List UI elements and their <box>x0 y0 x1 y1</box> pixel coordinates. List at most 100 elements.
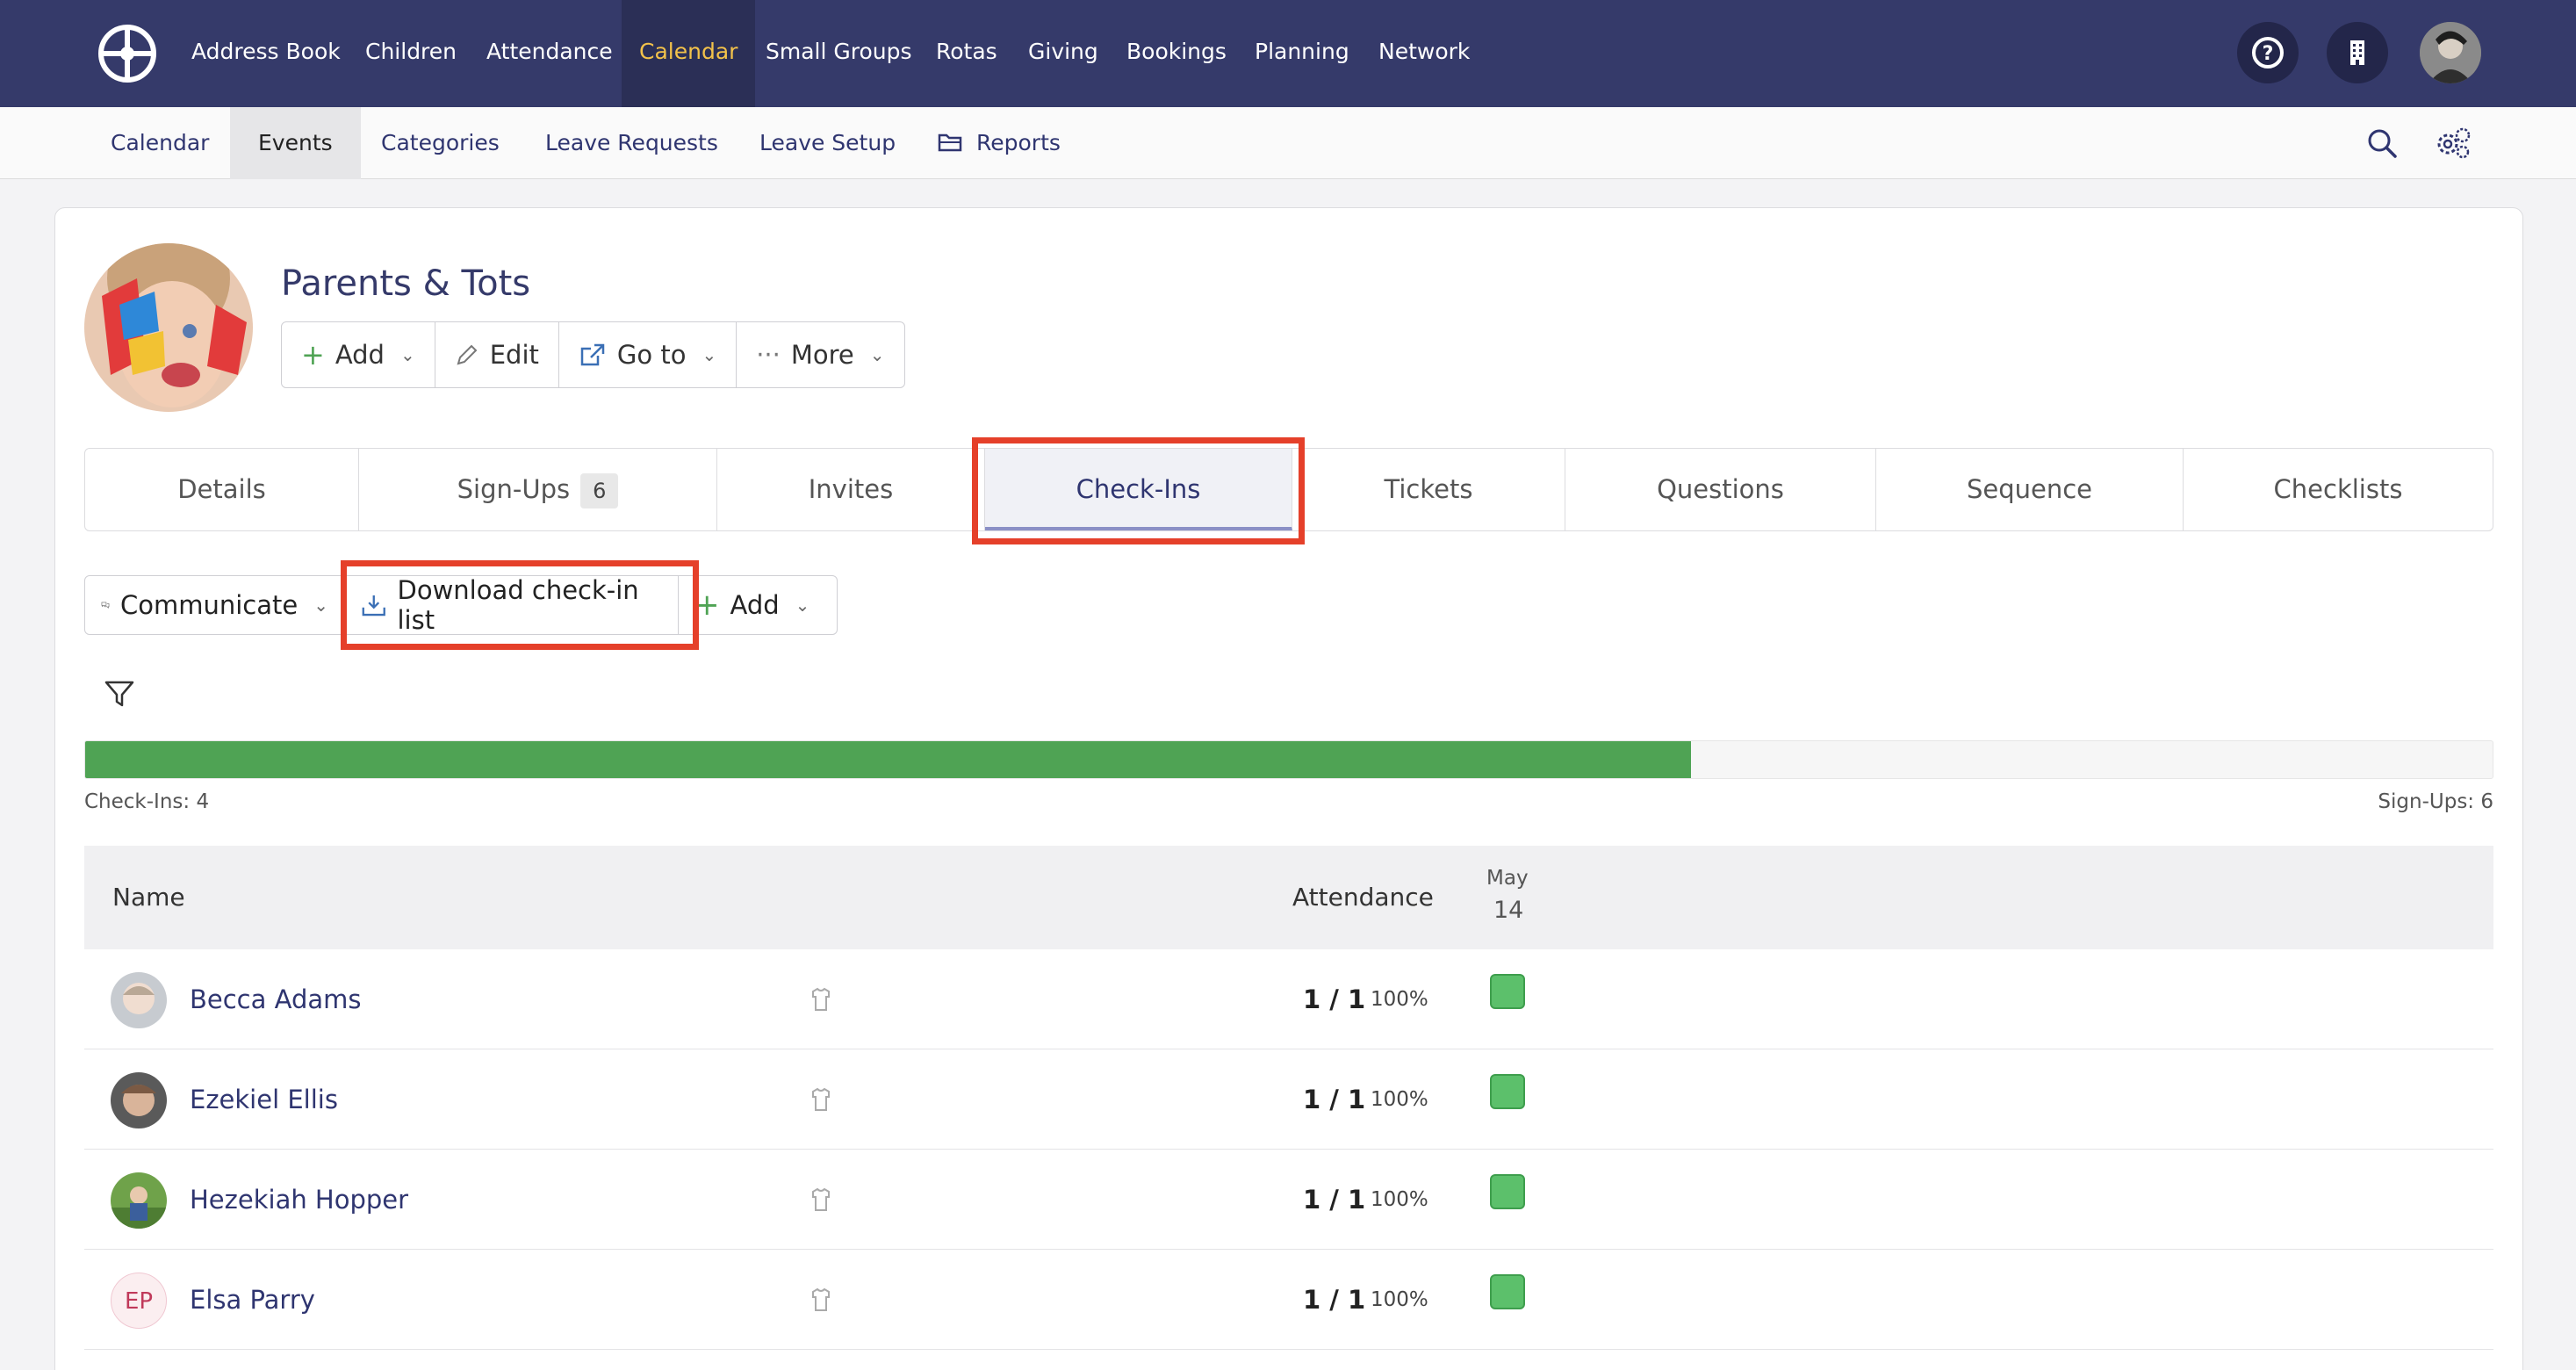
event-title: Parents & Tots <box>281 263 531 304</box>
shirt-icon[interactable] <box>809 1086 832 1113</box>
signups-count-label: Sign-Ups: 6 <box>2378 790 2493 813</box>
ellipsis-icon: ··· <box>756 340 781 370</box>
plus-icon: + <box>301 338 325 371</box>
tab-checklists[interactable]: Checklists <box>2184 449 2493 530</box>
table-row: EP Elsa Parry 1 / 1 100% <box>84 1250 2493 1350</box>
shirt-icon[interactable] <box>809 986 832 1013</box>
chevron-down-icon: ⌄ <box>399 344 415 365</box>
add-label: Add <box>335 340 385 370</box>
table-row: Hezekiah Hopper 1 / 1 100% <box>84 1150 2493 1250</box>
nav-rotas[interactable]: Rotas <box>936 0 997 107</box>
edit-label: Edit <box>489 340 539 370</box>
pencil-icon <box>457 344 478 365</box>
chevron-down-icon: ⌄ <box>313 595 328 616</box>
help-button[interactable]: ? <box>2237 22 2299 83</box>
chevron-down-icon: ⌄ <box>869 344 885 365</box>
person-name-link[interactable]: Ezekiel Ellis <box>190 1049 338 1150</box>
nav-network[interactable]: Network <box>1378 0 1470 107</box>
header-day: 14 <box>1493 897 1524 924</box>
table-row: Ezekiel Ellis 1 / 1 100% <box>84 1049 2493 1150</box>
add-checkin-dropdown-button[interactable]: + Add ⌄ <box>679 576 837 634</box>
event-photo <box>84 243 253 412</box>
edit-button[interactable]: Edit <box>435 322 559 387</box>
header-name[interactable]: Name <box>112 883 185 912</box>
shirt-icon[interactable] <box>809 1287 832 1313</box>
attendance-percent: 100% <box>1371 988 1428 1011</box>
table-row: Becca Adams 1 / 1 100% <box>84 949 2493 1049</box>
header-month: May <box>1486 867 1529 890</box>
organisation-button[interactable] <box>2327 22 2388 83</box>
attendance-percent: 100% <box>1371 1288 1428 1311</box>
nav-address-book[interactable]: Address Book <box>191 0 341 107</box>
sub-navbar: Calendar Events Categories Leave Request… <box>0 107 2576 179</box>
svg-text:?: ? <box>2263 43 2274 65</box>
add-checkin-label: Add <box>730 590 780 620</box>
subnav-events[interactable]: Events <box>230 107 361 179</box>
nav-bookings[interactable]: Bookings <box>1126 0 1227 107</box>
checkins-count-label: Check-Ins: 4 <box>84 790 210 813</box>
tab-invites[interactable]: Invites <box>717 449 985 530</box>
settings-icon[interactable] <box>2434 125 2472 162</box>
communicate-label: Communicate <box>119 590 299 620</box>
attendance-percent: 100% <box>1371 1188 1428 1211</box>
chat-icon <box>101 602 110 609</box>
header-attendance[interactable]: Attendance <box>1292 883 1434 912</box>
nav-calendar[interactable]: Calendar <box>622 0 756 107</box>
nav-small-groups[interactable]: Small Groups <box>766 0 912 107</box>
attendance-ratio: 1 / 1 <box>1303 984 1366 1014</box>
avatar <box>111 1172 167 1229</box>
shirt-icon[interactable] <box>809 1186 832 1213</box>
filter-icon[interactable] <box>104 678 135 710</box>
communicate-dropdown-button[interactable]: Communicate ⌄ <box>85 576 345 634</box>
subnav-leave-setup[interactable]: Leave Setup <box>759 107 896 179</box>
attendance-ratio: 1 / 1 <box>1303 1285 1366 1315</box>
checked-in-indicator[interactable] <box>1490 974 1525 1009</box>
logo-icon[interactable] <box>97 23 158 84</box>
subnav-leave-requests[interactable]: Leave Requests <box>545 107 718 179</box>
more-dropdown-button[interactable]: ··· More ⌄ <box>737 322 903 387</box>
nav-attendance[interactable]: Attendance <box>486 0 613 107</box>
download-button-highlight <box>341 560 699 650</box>
checked-in-indicator[interactable] <box>1490 1274 1525 1309</box>
tab-signups[interactable]: Sign-Ups 6 <box>359 449 717 530</box>
chevron-down-icon: ⌄ <box>702 344 717 365</box>
avatar <box>111 972 167 1028</box>
subnav-reports[interactable]: Reports <box>976 107 1061 179</box>
nav-children[interactable]: Children <box>365 0 457 107</box>
external-link-icon <box>580 343 605 366</box>
avatar-initials: EP <box>111 1273 167 1329</box>
search-icon[interactable] <box>2365 126 2399 160</box>
goto-dropdown-button[interactable]: Go to ⌄ <box>559 322 738 387</box>
checkin-progress-bar <box>84 740 2493 779</box>
chevron-down-icon: ⌄ <box>795 595 810 616</box>
signups-count-badge: 6 <box>580 473 619 508</box>
subnav-categories[interactable]: Categories <box>381 107 500 179</box>
attendance-percent: 100% <box>1371 1088 1428 1111</box>
checkin-progress-fill <box>85 741 1691 778</box>
checked-in-indicator[interactable] <box>1490 1074 1525 1109</box>
person-name-link[interactable]: Elsa Parry <box>190 1250 315 1350</box>
avatar <box>111 1072 167 1128</box>
subnav-calendar[interactable]: Calendar <box>111 107 209 179</box>
help-icon: ? <box>2252 37 2284 68</box>
nav-giving[interactable]: Giving <box>1028 0 1098 107</box>
user-avatar[interactable] <box>2420 22 2481 83</box>
nav-planning[interactable]: Planning <box>1255 0 1349 107</box>
folder-icon <box>938 133 962 152</box>
attendance-ratio: 1 / 1 <box>1303 1085 1366 1114</box>
more-label: More <box>790 340 854 370</box>
tab-sequence[interactable]: Sequence <box>1876 449 2184 530</box>
tab-questions[interactable]: Questions <box>1565 449 1876 530</box>
add-dropdown-button[interactable]: + Add ⌄ <box>282 322 435 387</box>
checked-in-indicator[interactable] <box>1490 1174 1525 1209</box>
table-header: Name Attendance May 14 <box>84 846 2493 949</box>
event-actions: + Add ⌄ Edit Go to ⌄ ··· More ⌄ <box>281 321 905 388</box>
building-icon <box>2350 40 2364 65</box>
attendance-ratio: 1 / 1 <box>1303 1185 1366 1215</box>
tab-details[interactable]: Details <box>85 449 359 530</box>
person-name-link[interactable]: Hezekiah Hopper <box>190 1150 408 1250</box>
top-navbar: Address Book Children Attendance Calenda… <box>0 0 2576 107</box>
goto-label: Go to <box>616 340 687 370</box>
tab-tickets[interactable]: Tickets <box>1292 449 1565 530</box>
person-name-link[interactable]: Becca Adams <box>190 949 361 1049</box>
